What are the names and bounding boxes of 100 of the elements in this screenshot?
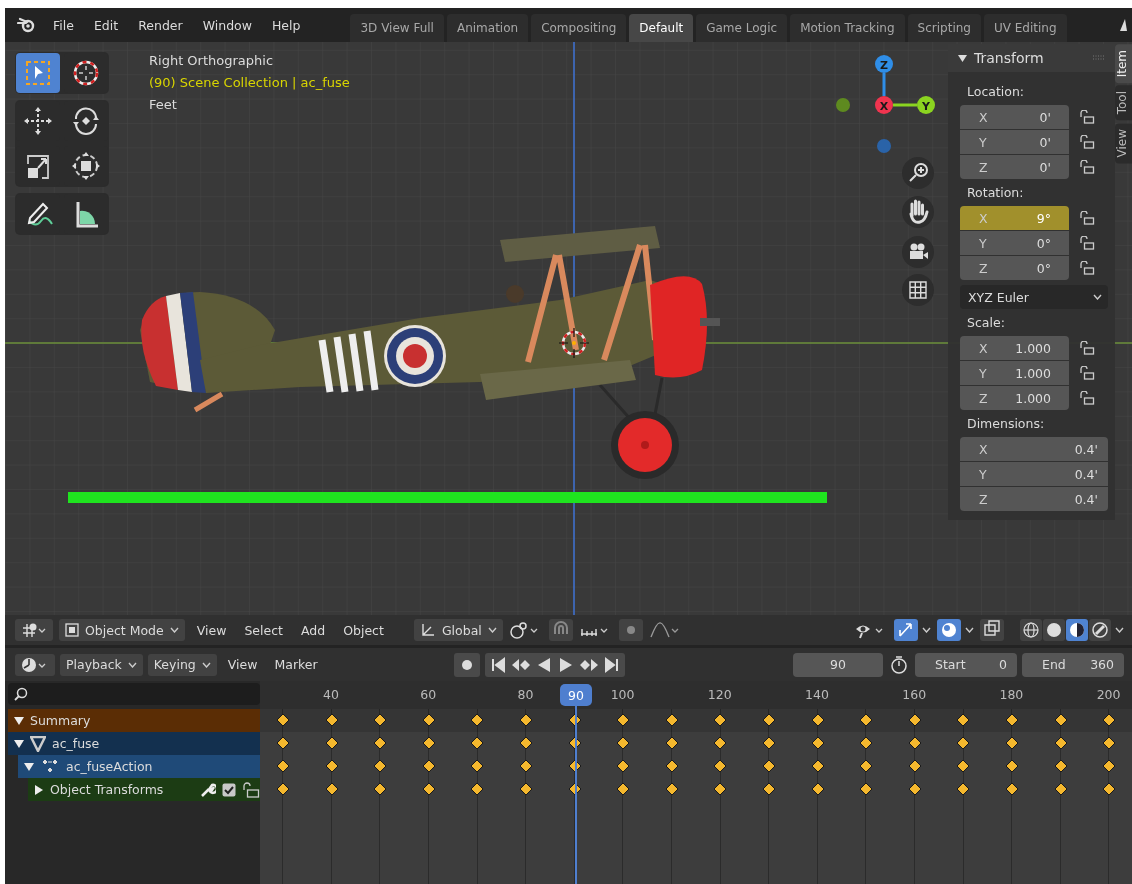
menu-item[interactable]: Edit <box>83 17 129 33</box>
record-icon[interactable] <box>453 652 480 677</box>
number-field[interactable]: Y 0.4' <box>960 462 1108 486</box>
channel-row[interactable]: Object Transforms <box>28 778 260 801</box>
unlocked-icon[interactable] <box>242 781 260 798</box>
unlocked-icon[interactable] <box>1079 341 1095 355</box>
sidebar-tab[interactable]: Tool <box>1115 85 1132 121</box>
header-menu[interactable]: Select <box>238 622 289 638</box>
menu-item[interactable]: File <box>43 17 84 33</box>
keyframe-icon[interactable] <box>373 713 388 727</box>
unlocked-icon[interactable] <box>1079 236 1095 250</box>
keyframe-icon[interactable] <box>470 782 485 796</box>
keyframe-icon[interactable] <box>810 736 825 750</box>
wrench-icon[interactable] <box>200 781 216 798</box>
workspace-tab[interactable]: 3D View Full <box>350 14 444 42</box>
keyframe-icon[interactable] <box>1102 759 1117 773</box>
keyframe-icon[interactable] <box>276 736 290 750</box>
keyframe-icon[interactable] <box>664 713 679 727</box>
expand-triangle-icon[interactable] <box>24 761 34 772</box>
caret-icon[interactable] <box>965 627 974 633</box>
header-menu[interactable]: View <box>221 657 264 672</box>
keyframe-icon[interactable] <box>713 782 728 796</box>
workspace-tab[interactable]: Default <box>629 14 694 42</box>
solid-shading-icon[interactable] <box>1043 619 1065 641</box>
channel-row[interactable]: ac_fuse <box>8 732 260 755</box>
keyframe-icon[interactable] <box>324 782 339 796</box>
keyframe-icon[interactable] <box>1102 782 1117 796</box>
keyframe-icon[interactable] <box>1053 782 1068 796</box>
keyframe-icon[interactable] <box>276 782 290 796</box>
current-frame-field[interactable]: 90 <box>793 652 883 677</box>
scene-icon[interactable] <box>1118 17 1128 33</box>
workspace-tab[interactable]: Scripting <box>907 14 981 42</box>
unlocked-icon[interactable] <box>1079 211 1095 225</box>
keyframe-icon[interactable] <box>616 759 631 773</box>
editor-type-button[interactable] <box>15 619 53 641</box>
number-field[interactable]: Y 0° <box>960 231 1069 255</box>
sidebar-tab[interactable]: View <box>1115 122 1132 164</box>
keyframe-icon[interactable] <box>956 759 971 773</box>
keyframe-icon[interactable] <box>1005 713 1019 727</box>
keyframe-icon[interactable] <box>324 736 339 750</box>
keyframe-icon[interactable] <box>324 759 339 773</box>
channel-row[interactable]: Summary <box>8 709 260 732</box>
menu-dropdown[interactable]: Keying <box>147 653 217 676</box>
menu-item[interactable]: Window <box>192 17 262 33</box>
hand-icon[interactable] <box>902 196 934 228</box>
expand-triangle-icon[interactable] <box>14 738 24 749</box>
workspace-tab[interactable]: Motion Tracking <box>790 14 905 42</box>
workspace-tab[interactable]: Compositing <box>531 14 627 42</box>
wireframe-shading-icon[interactable] <box>1020 619 1042 641</box>
mute-checkbox[interactable] <box>222 782 236 797</box>
unlocked-icon[interactable] <box>1079 135 1095 149</box>
number-field[interactable]: X 0.4' <box>960 437 1108 461</box>
header-menu[interactable]: View <box>190 622 233 638</box>
expand-triangle-icon[interactable] <box>34 784 44 795</box>
header-menu[interactable]: Object <box>337 622 390 638</box>
keyframe-icon[interactable] <box>324 713 339 727</box>
number-field[interactable]: Z 0.4' <box>960 487 1108 511</box>
keyframe-icon[interactable] <box>762 782 776 796</box>
number-field[interactable]: Y 0' <box>960 130 1069 154</box>
gizmo-toggle-icon[interactable] <box>894 619 918 641</box>
keyframe-icon[interactable] <box>616 782 631 796</box>
keyframe-icon[interactable] <box>907 782 922 796</box>
number-field[interactable]: Z 0' <box>960 155 1069 179</box>
keyframe-icon[interactable] <box>421 713 436 727</box>
grid-icon[interactable] <box>902 274 934 306</box>
unlocked-icon[interactable] <box>1079 261 1095 275</box>
gizmo-z-handle[interactable]: Z <box>875 55 893 73</box>
keyframe-icon[interactable] <box>616 736 631 750</box>
channel-row[interactable]: ac_fuseAction <box>18 755 260 778</box>
keyframe-icon[interactable] <box>956 782 971 796</box>
keyframe-icon[interactable] <box>664 782 679 796</box>
gizmo-negative-z-dot[interactable] <box>877 139 891 153</box>
keyframe-icon[interactable] <box>1053 713 1068 727</box>
keyframe-icon[interactable] <box>1005 736 1019 750</box>
current-frame-marker[interactable]: 90 <box>560 684 592 706</box>
expand-triangle-icon[interactable] <box>14 715 24 726</box>
editor-type-button[interactable] <box>15 653 55 676</box>
keyframe-icon[interactable] <box>470 759 485 773</box>
keyframe-icon[interactable] <box>1005 782 1019 796</box>
search-field[interactable] <box>8 683 260 705</box>
keyframe-icon[interactable] <box>956 736 971 750</box>
keyframe-icon[interactable] <box>762 759 776 773</box>
keyframe-icon[interactable] <box>276 759 290 773</box>
drag-handle-icon[interactable] <box>1093 55 1105 61</box>
unlocked-icon[interactable] <box>1079 110 1095 124</box>
keyframe-icon[interactable] <box>1053 736 1068 750</box>
menu-item[interactable]: Help <box>261 17 311 33</box>
keyframe-icon[interactable] <box>276 713 290 727</box>
keyframe-icon[interactable] <box>1005 759 1019 773</box>
zoom-icon[interactable] <box>902 157 934 189</box>
keyframe-icon[interactable] <box>421 736 436 750</box>
xray-toggle-icon[interactable] <box>980 619 1004 641</box>
keyframe-icon[interactable] <box>1102 713 1117 727</box>
unlocked-icon[interactable] <box>1079 366 1095 380</box>
mode-dropdown[interactable]: Object Mode <box>59 619 185 641</box>
collapse-icon[interactable] <box>958 53 967 63</box>
material-shading-icon[interactable] <box>1066 619 1088 641</box>
keyframe-icon[interactable] <box>713 713 728 727</box>
keyframe-icon[interactable] <box>373 759 388 773</box>
keyframe-icon[interactable] <box>519 713 533 727</box>
